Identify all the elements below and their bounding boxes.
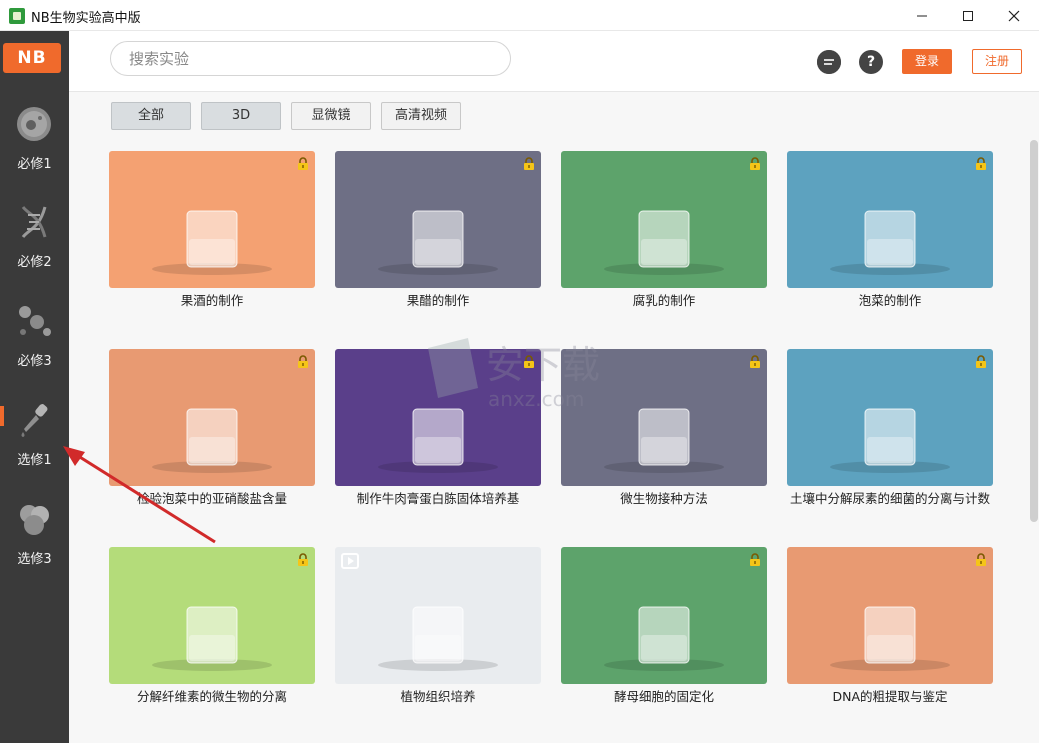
experiment-title: 腐乳的制作: [632, 293, 696, 308]
experiment-title: DNA的粗提取与鉴定: [832, 689, 948, 704]
experiment-card[interactable]: 分解纤维素的微生物的分离: [109, 547, 315, 704]
experiment-illustration: [830, 210, 950, 275]
sidebar-item-label: 必修2: [17, 255, 52, 270]
minimize-icon: [917, 15, 927, 16]
experiment-title: 微生物接种方法: [620, 491, 708, 506]
experiment-thumbnail[interactable]: [787, 547, 993, 684]
search-box[interactable]: [110, 41, 511, 76]
experiment-illustration: [152, 210, 272, 275]
lock-icon: [750, 355, 760, 368]
experiment-card[interactable]: 土壤中分解尿素的细菌的分离与计数: [787, 349, 993, 506]
login-button[interactable]: 登录: [902, 49, 952, 74]
sidebar-item-bixiu1[interactable]: 必修1: [0, 105, 69, 195]
lock-icon: [976, 553, 986, 566]
experiment-title: 分解纤维素的微生物的分离: [136, 689, 287, 704]
experiment-title: 酵母细胞的固定化: [613, 689, 714, 704]
annotation-arrow: [63, 446, 216, 544]
sidebar-item-label: 必修3: [17, 354, 52, 369]
experiment-card[interactable]: 植物组织培养: [335, 547, 541, 704]
maximize-icon: [963, 10, 973, 21]
lock-icon: [976, 355, 986, 368]
nb-logo: NB: [3, 43, 61, 73]
tab-hd-video[interactable]: 高清视频: [381, 102, 461, 130]
experiment-title: 制作牛肉膏蛋白胨固体培养基: [356, 491, 520, 506]
lock-icon: [750, 157, 760, 170]
experiment-thumbnail[interactable]: [561, 547, 767, 684]
scrollbar[interactable]: [1030, 140, 1038, 522]
experiment-title: 泡菜的制作: [858, 293, 922, 308]
close-button[interactable]: [991, 0, 1037, 31]
dna-icon: [21, 206, 47, 238]
experiment-illustration: [604, 210, 724, 275]
maximize-button[interactable]: [945, 0, 991, 31]
tab-3d[interactable]: 3D: [201, 102, 281, 130]
cells-cluster-icon: [20, 505, 49, 535]
chat-icon[interactable]: [817, 50, 841, 74]
tab-microscope[interactable]: 显微镜: [291, 102, 371, 130]
experiment-thumbnail[interactable]: [561, 151, 767, 288]
experiment-thumbnail[interactable]: [109, 547, 315, 684]
window-title: NB生物实验高中版: [31, 11, 141, 26]
lock-icon: [298, 355, 308, 368]
experiment-illustration: [378, 210, 498, 275]
help-icon[interactable]: ?: [859, 50, 883, 74]
experiment-title: 果醋的制作: [406, 293, 470, 308]
experiment-thumbnail[interactable]: [787, 349, 993, 486]
experiment-thumbnail[interactable]: [109, 151, 315, 288]
watermark-logo: 安下载 anxz.com: [428, 338, 600, 411]
experiment-card[interactable]: DNA的粗提取与鉴定: [787, 547, 993, 704]
lock-icon: [976, 157, 986, 170]
experiment-title: 植物组织培养: [400, 689, 476, 704]
experiment-illustration: [830, 606, 950, 671]
lock-icon: [524, 157, 534, 170]
lock-icon: [298, 553, 308, 566]
experiment-card[interactable]: 泡菜的制作: [787, 151, 993, 308]
close-icon: [1008, 10, 1020, 21]
molecule-icon: [19, 306, 51, 336]
search-input[interactable]: [129, 48, 489, 70]
title-bar: NB生物实验高中版: [0, 0, 1039, 31]
sidebar-item-bixiu3[interactable]: 必修3: [0, 302, 69, 392]
cell-icon: [17, 107, 51, 141]
sidebar-item-label: 必修1: [17, 157, 52, 172]
experiment-card[interactable]: 酵母细胞的固定化: [561, 547, 767, 704]
tab-all[interactable]: 全部: [111, 102, 191, 130]
app-icon: [9, 8, 25, 24]
experiment-title: 果酒的制作: [180, 293, 244, 308]
svg-text:anxz.com: anxz.com: [488, 387, 584, 411]
sidebar: NB 必修1 必修2 必修3 选修1 选修3: [0, 31, 69, 743]
minimize-button[interactable]: [899, 0, 945, 31]
lock-icon: [298, 157, 308, 170]
experiment-thumbnail[interactable]: [787, 151, 993, 288]
experiment-thumbnail[interactable]: [335, 547, 541, 684]
experiment-illustration: [378, 606, 498, 671]
experiment-illustration: [152, 606, 272, 671]
experiment-card[interactable]: 腐乳的制作: [561, 151, 767, 308]
experiment-illustration: [604, 606, 724, 671]
experiment-title: 土壤中分解尿素的细菌的分离与计数: [789, 491, 990, 506]
svg-text:安下载: 安下载: [486, 343, 600, 387]
experiment-illustration: [830, 408, 950, 473]
register-button[interactable]: 注册: [972, 49, 1022, 74]
sidebar-item-label: 选修3: [17, 552, 52, 567]
experiment-card[interactable]: 果酒的制作: [109, 151, 315, 308]
lock-icon: [750, 553, 760, 566]
experiment-card[interactable]: 果醋的制作: [335, 151, 541, 308]
bottom-bar: [69, 708, 1039, 743]
sidebar-item-bixiu2[interactable]: 必修2: [0, 203, 69, 293]
experiment-thumbnail[interactable]: [335, 151, 541, 288]
dropper-icon: [21, 404, 48, 437]
video-icon: [341, 553, 359, 569]
